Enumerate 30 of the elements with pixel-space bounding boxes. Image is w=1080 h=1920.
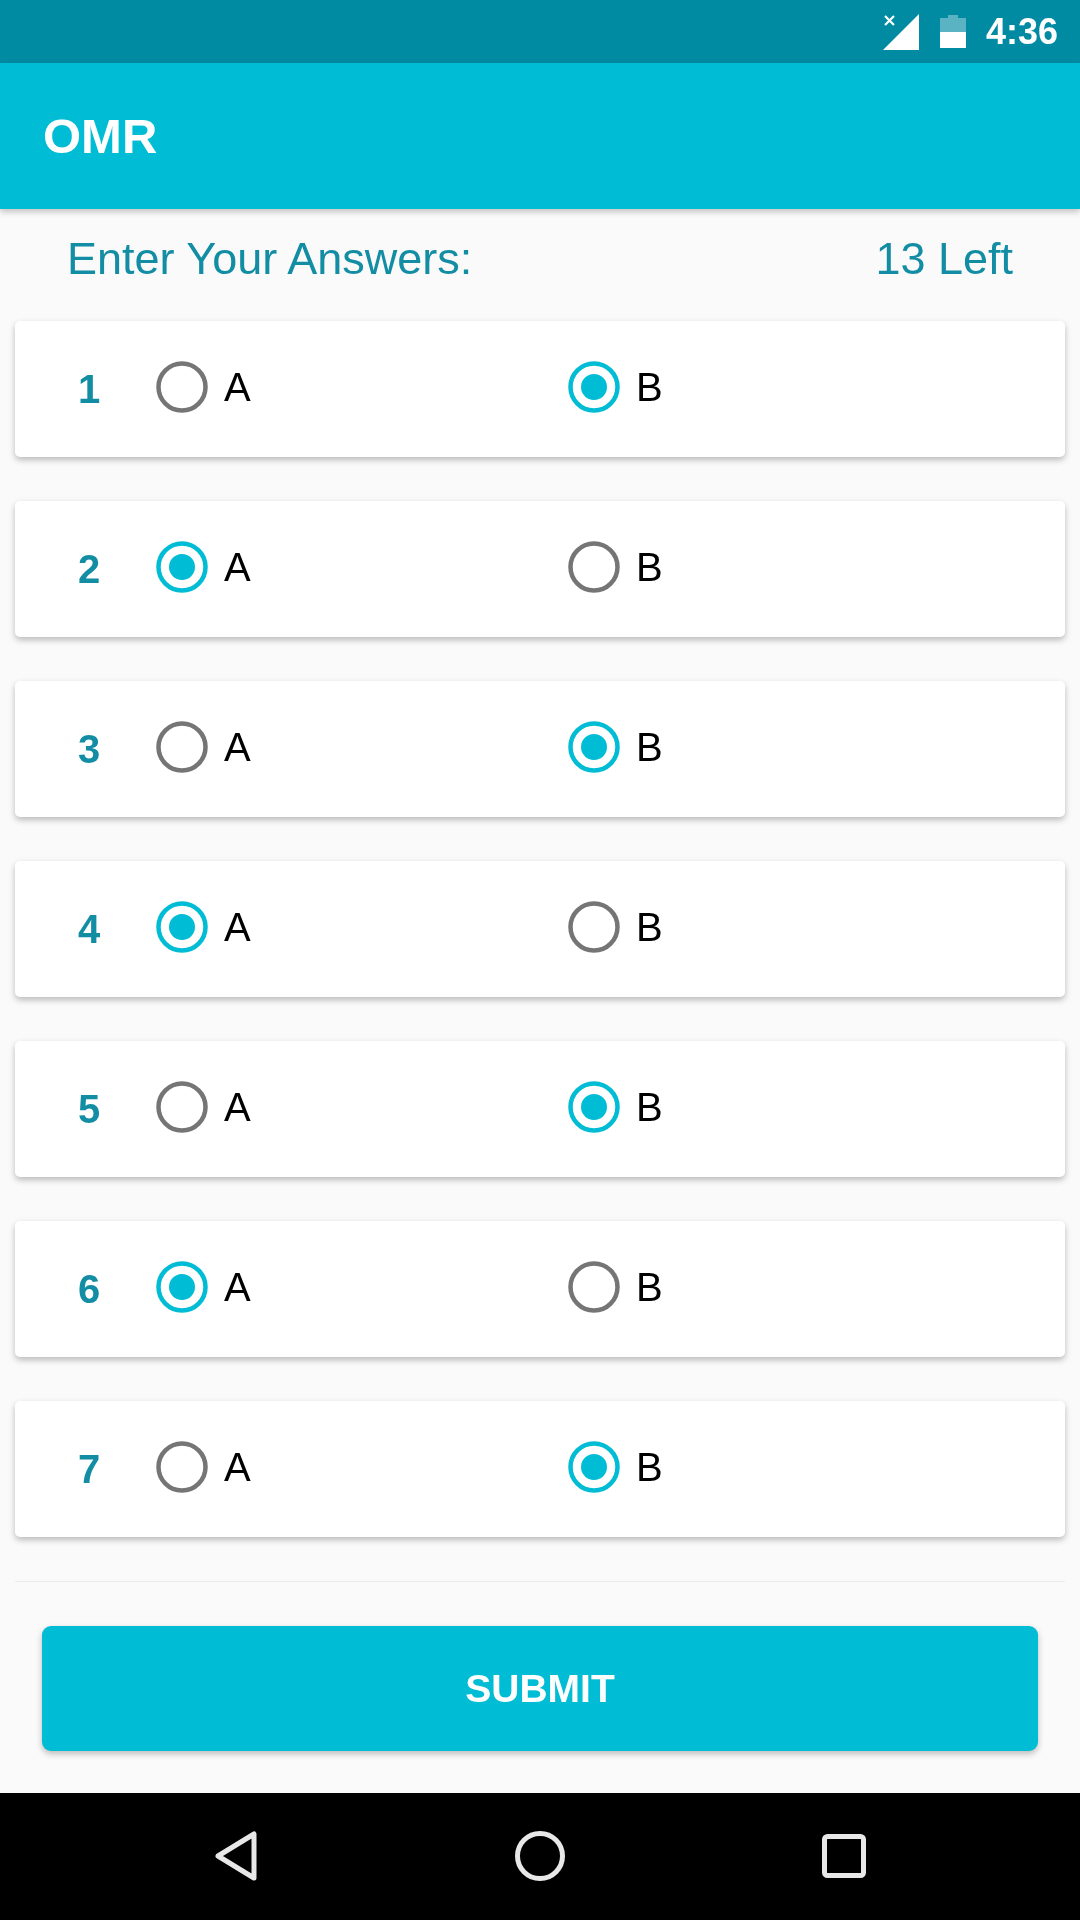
- radio-option[interactable]: A: [156, 1261, 251, 1313]
- radio-option[interactable]: A: [156, 1441, 251, 1493]
- question-number: 5: [77, 1086, 101, 1132]
- radio-option[interactable]: B: [568, 1261, 663, 1313]
- radio-option[interactable]: A: [156, 1081, 251, 1133]
- radio-option[interactable]: A: [156, 361, 251, 413]
- question-number: 1: [77, 366, 101, 412]
- radio-option[interactable]: B: [568, 1081, 663, 1133]
- question-number: 4: [77, 906, 101, 952]
- prompt-text: Enter Your Answers:: [67, 233, 473, 285]
- radio-option[interactable]: B: [568, 901, 663, 953]
- remaining-count: 13 Left: [875, 233, 1013, 285]
- status-time: 4:36: [985, 10, 1058, 53]
- radio-option[interactable]: B: [568, 721, 663, 773]
- question-number: 3: [77, 726, 101, 772]
- question-number: 7: [77, 1446, 101, 1492]
- radio-option[interactable]: B: [568, 1441, 663, 1493]
- radio-option[interactable]: B: [568, 361, 663, 413]
- question-number: 2: [77, 546, 101, 592]
- recent-apps-icon[interactable]: [822, 1834, 866, 1878]
- battery-icon: [939, 15, 966, 48]
- radio-option[interactable]: B: [568, 541, 663, 593]
- question-number: 6: [77, 1266, 101, 1312]
- signal-icon: [882, 13, 919, 50]
- back-icon[interactable]: [214, 1831, 258, 1881]
- home-icon[interactable]: [515, 1831, 565, 1881]
- radio-option[interactable]: A: [156, 541, 251, 593]
- radio-option[interactable]: A: [156, 721, 251, 773]
- app-title: OMR: [43, 108, 158, 164]
- radio-option[interactable]: A: [156, 901, 251, 953]
